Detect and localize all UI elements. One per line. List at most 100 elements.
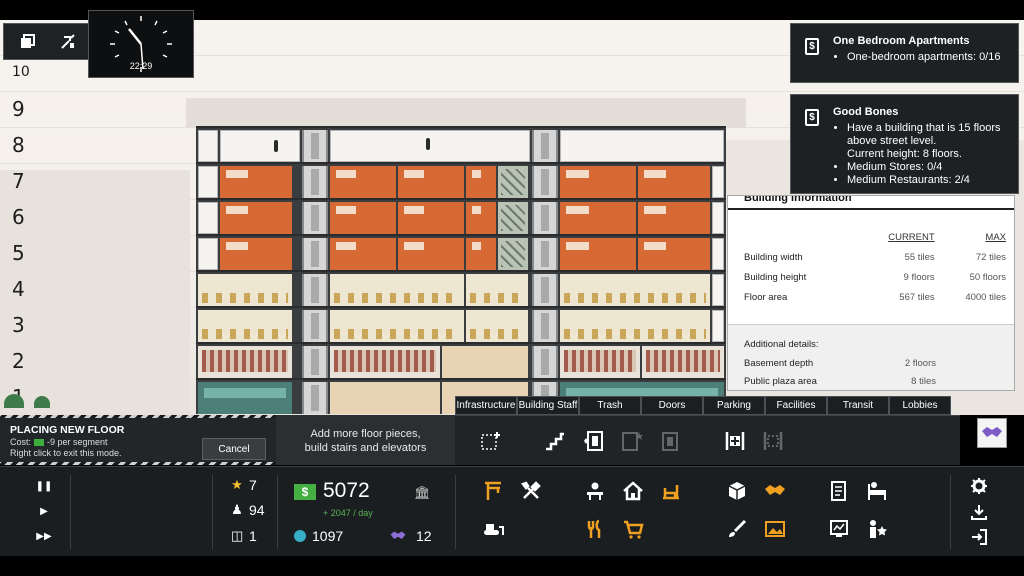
add-floor-icon[interactable] [479,429,503,453]
shopping-cart-icon[interactable] [622,518,644,540]
floor-row[interactable] [196,198,726,234]
apartment-room[interactable] [638,166,710,198]
elevator-shaft[interactable] [302,274,328,306]
apartment-room[interactable] [560,202,636,234]
room-empty[interactable] [198,238,218,270]
restaurant-room[interactable] [330,382,440,414]
review-icon[interactable] [866,518,888,540]
elevator-shaft[interactable] [532,166,558,198]
store-room[interactable] [642,346,724,378]
elevator-shaft[interactable] [302,310,328,342]
apartment-room[interactable] [398,166,464,198]
elevator-shaft[interactable] [532,310,558,342]
elevator-shaft[interactable] [302,166,328,198]
room-empty[interactable] [198,202,218,234]
apartment-room[interactable] [220,202,292,234]
apartment-room[interactable] [398,238,464,270]
settings-icon[interactable] [970,477,988,495]
elevator-icon[interactable] [583,429,607,453]
cancel-button[interactable]: Cancel [202,438,266,460]
apartment-room[interactable] [560,166,636,198]
restaurant-room[interactable] [442,346,528,378]
tenant-person[interactable] [426,138,430,150]
elevator-shaft[interactable] [302,382,328,414]
apartment-room[interactable] [220,166,292,198]
paint-brush-icon[interactable] [726,518,748,540]
apartment-room[interactable] [466,238,496,270]
store-room[interactable] [198,346,292,378]
tab-parking[interactable]: Parking [703,396,765,415]
food-icon[interactable] [584,518,606,540]
stairs[interactable] [498,238,528,270]
apartment-room[interactable] [330,166,396,198]
room-empty[interactable] [330,130,530,162]
store-room[interactable] [330,346,440,378]
office-room[interactable] [560,274,710,306]
goal-card-good-bones[interactable]: $ Good Bones Have a building that is 15 … [790,94,1019,194]
floor-row[interactable] [196,270,726,306]
apartment-room[interactable] [560,238,636,270]
exit-icon[interactable] [970,528,988,546]
office-desk-icon[interactable] [584,480,606,502]
home-icon[interactable] [622,480,644,502]
save-icon[interactable] [970,503,988,521]
room-empty[interactable] [220,130,300,162]
floor-row[interactable] [196,306,726,342]
restaurant-icon[interactable] [660,480,682,502]
stairs[interactable] [498,202,528,234]
office-room[interactable] [466,310,528,342]
goal-card-apartments[interactable]: $ One Bedroom Apartments One-bedroom apa… [790,23,1019,83]
tab-building-staff[interactable]: Building Staff [517,396,579,415]
apartment-room[interactable] [220,238,292,270]
room-empty[interactable] [198,166,218,198]
tab-doors[interactable]: Doors [641,396,703,415]
floor-row[interactable] [196,342,726,378]
handshake-icon[interactable] [764,480,786,502]
tab-facilities[interactable]: Facilities [765,396,827,415]
room-empty[interactable] [712,274,724,306]
office-room[interactable] [560,310,710,342]
elevator-shaft[interactable] [302,130,328,162]
tab-transit[interactable]: Transit [827,396,889,415]
office-room[interactable] [198,274,292,306]
room-empty[interactable] [560,130,724,162]
apartment-room[interactable] [330,202,396,234]
play-icon[interactable]: ▶ [36,503,52,519]
office-room[interactable] [330,310,464,342]
stairs[interactable] [498,166,528,198]
stats-icon[interactable] [828,518,850,540]
floor-row[interactable] [196,162,726,198]
room-empty[interactable] [712,202,724,234]
room-empty[interactable] [712,310,724,342]
copy-floors-icon[interactable] [14,28,42,56]
bulldozer-icon[interactable] [482,518,504,540]
office-room[interactable] [330,274,464,306]
apartment-room[interactable] [466,202,496,234]
storage-box-icon[interactable] [726,480,748,502]
demolish-icon[interactable] [54,28,82,56]
add-basement-icon[interactable] [723,429,747,453]
elevator-shaft[interactable] [302,238,328,270]
repair-tools-icon[interactable] [520,480,542,502]
construction-icon[interactable] [482,480,504,502]
hotel-bed-icon[interactable] [866,480,888,502]
room-empty[interactable] [712,166,724,198]
fast-forward-icon[interactable]: ▶▶ [36,528,52,544]
floor-row[interactable] [196,234,726,270]
express-elevator-icon[interactable] [619,429,643,453]
basement-icon[interactable] [761,429,785,453]
room-empty[interactable] [198,130,218,162]
office-room[interactable] [466,274,528,306]
apartment-room[interactable] [638,238,710,270]
apartment-room[interactable] [398,202,464,234]
room-empty[interactable] [712,238,724,270]
tab-trash[interactable]: Trash [579,396,641,415]
apartment-room[interactable] [638,202,710,234]
handshake-icon[interactable] [977,418,1007,448]
apartment-room[interactable] [466,166,496,198]
art-frame-icon[interactable] [764,518,786,540]
tenant-person[interactable] [274,140,278,152]
tab-infrastructure[interactable]: Infrastructure [455,396,517,415]
bank-icon[interactable]: 🏛 [414,485,431,501]
elevator-shaft[interactable] [302,346,328,378]
